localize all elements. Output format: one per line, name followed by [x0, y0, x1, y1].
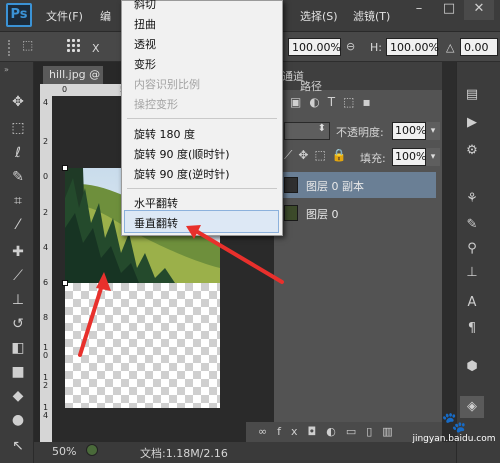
- watermark-url: jingyan.baidu.com: [412, 434, 496, 444]
- arrow-to-layer: [78, 280, 105, 357]
- paw-icon: 🐾: [441, 410, 467, 434]
- arrow-head: [96, 272, 111, 291]
- annotation-arrows: [78, 225, 284, 357]
- arrow-to-menu: [194, 229, 284, 284]
- baidu-watermark: 🐾 jingyan.baidu.com: [410, 410, 498, 458]
